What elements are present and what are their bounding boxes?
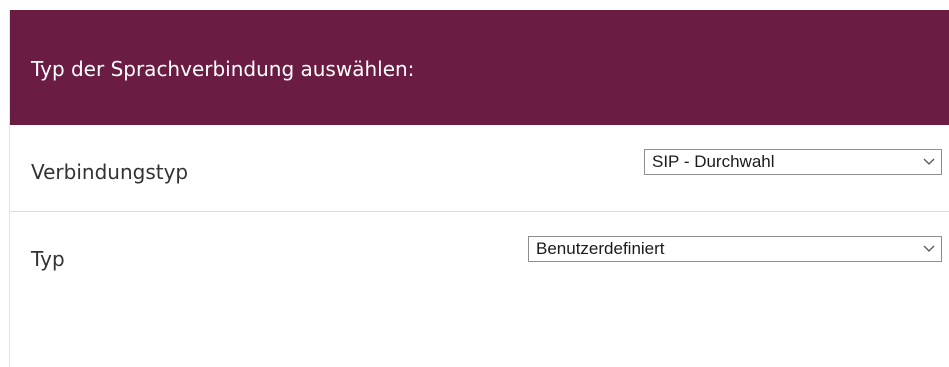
chevron-down-icon <box>923 245 935 252</box>
panel-header: Typ der Sprachverbindung auswählen: <box>10 10 949 125</box>
verbindungstyp-selected-value: SIP - Durchwahl <box>652 152 775 171</box>
connection-type-panel: Typ der Sprachverbindung auswählen: Verb… <box>9 10 949 367</box>
typ-label: Typ <box>31 247 65 271</box>
panel-title: Typ der Sprachverbindung auswählen: <box>31 57 415 81</box>
row-typ: Typ Benutzerdefiniert <box>10 212 949 299</box>
typ-selected-value: Benutzerdefiniert <box>536 239 665 258</box>
chevron-down-icon <box>923 158 935 165</box>
typ-select[interactable]: Benutzerdefiniert <box>528 236 942 262</box>
row-verbindungstyp: Verbindungstyp SIP - Durchwahl <box>10 125 949 212</box>
verbindungstyp-label: Verbindungstyp <box>31 160 189 184</box>
verbindungstyp-select[interactable]: SIP - Durchwahl <box>644 149 942 175</box>
